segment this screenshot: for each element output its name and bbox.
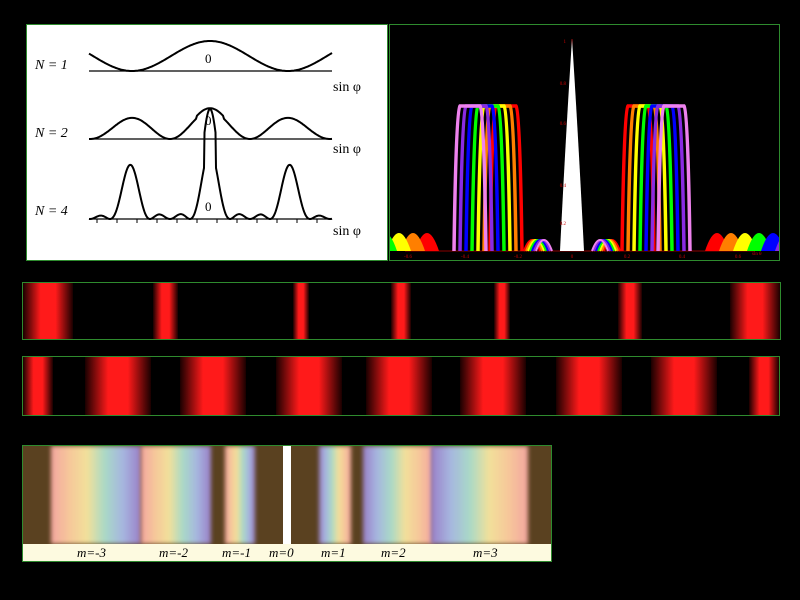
spectrum-x-tick-label: 0.4 [679,255,686,260]
red-fringe [651,357,717,415]
order-label-m-1: m=-1 [222,545,251,560]
order-label-m2: m=2 [381,545,406,560]
spectrum-color-band [431,446,528,544]
spectrum-y-tick-label: 0.4 [560,184,567,189]
order-label-bar: m=-3 m=-2 m=-1 m=0 m=1 m=2 m=3 [23,544,551,561]
n-label-2: N = 2 [34,126,68,141]
order-label-m0: m=0 [269,545,294,560]
red-fringe [180,357,246,415]
fringe-strip-narrow [22,282,781,340]
red-fringe [23,283,73,339]
red-fringe [730,283,780,339]
spectrum-color-band [51,446,141,544]
spectrum-color-band [225,446,255,544]
red-fringe [391,283,411,339]
spectrum-x-tick-label: 0 [571,255,574,260]
red-fringe [618,283,642,339]
spectrum-y-tick-label: 1 [564,40,567,45]
order-label-m3: m=3 [473,545,498,560]
red-fringe [153,283,178,339]
color-spectrum-panel: m=-3 m=-2 m=-1 m=0 m=1 m=2 m=3 [22,445,552,562]
spectrum-color-band [141,446,211,544]
red-fringe [23,357,53,415]
spectrum-x-tick-label: 0.2 [624,255,631,260]
zero-label-4: 0 [205,199,212,214]
red-fringe [366,357,432,415]
axis-label-4: sin φ [333,224,361,239]
spectrum-y-tick-label: 0.8 [560,82,567,87]
fringe-strip-narrow-svg [23,283,780,339]
axis-label-1: sin φ [333,80,361,95]
spectrum-x-tick-label: 0.6 [735,255,742,260]
order-label-m1: m=1 [321,545,346,560]
fringe-strip-wide-svg [23,357,779,415]
intensity-curves-panel: N = 1 0 sin φ N = 2 0 sin φ N = 4 0 sin … [26,24,388,261]
central-white-band [283,446,291,544]
n-label-1: N = 1 [34,58,68,73]
central-maximum [560,39,584,251]
red-fringe [85,357,151,415]
spectrum-plot-panel: -0.6 -0.4 -0.2 0 0.2 0.4 0.6 1 0.8 0.6 0.4 0.2 sin… [389,24,780,261]
spectrum-series-group [390,104,779,252]
red-fringe [293,283,309,339]
spectrum-y-tick-label: 0.2 [560,222,567,227]
color-spectrum-bands [23,446,551,544]
red-fringe [749,357,779,415]
spectrum-y-tick-label: 0.6 [560,122,567,127]
spectrum-x-tick-label: -0.2 [514,255,522,260]
spectrum-x-ticks: -0.6 -0.4 -0.2 0 0.2 0.4 0.6 [404,255,742,260]
red-fringe [460,357,526,415]
order-label-m-3: m=-3 [77,545,106,560]
order-label-m-2: m=-2 [159,545,188,560]
intensity-curves-svg: N = 1 0 sin φ N = 2 0 sin φ N = 4 0 sin … [34,40,361,239]
axis-label-2: sin φ [333,142,361,157]
red-fringe [556,357,622,415]
spectrum-x-tick-label: -0.4 [461,255,469,260]
n-label-4: N = 4 [34,204,68,219]
fringe-strip-wide [22,356,780,416]
spectrum-x-tick-label: -0.6 [404,255,412,260]
tick-marks-n4 [96,219,318,223]
spectrum-plot-svg: -0.6 -0.4 -0.2 0 0.2 0.4 0.6 1 0.8 0.6 0.4 0.2 sin… [390,39,779,260]
zero-label-1: 0 [205,51,212,66]
spectrum-x-axis-label: sin θ [752,252,762,257]
spectrum-color-band [319,446,351,544]
red-fringe [276,357,342,415]
spectrum-color-band [363,446,433,544]
red-fringe [494,283,510,339]
